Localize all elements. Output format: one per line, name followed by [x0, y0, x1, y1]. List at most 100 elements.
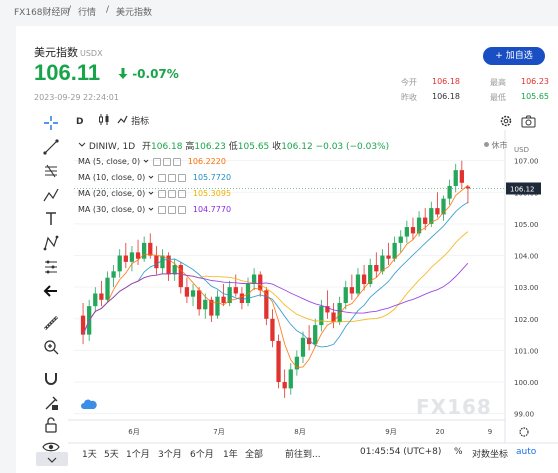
candle-body: [392, 242, 397, 259]
ohlc-high: 106.23: [194, 142, 226, 152]
instrument-name: 美元指数 USDX: [34, 44, 103, 60]
y-tick-label: 103.00: [514, 284, 539, 292]
open-value: 106.18: [432, 77, 460, 86]
open-label: 今开: [401, 78, 417, 87]
breadcrumb-home[interactable]: FX168财经网: [14, 5, 70, 18]
candle-body: [135, 252, 141, 259]
ma-legend-row: MA (10, close, 0) 105.7720: [78, 173, 231, 182]
range-1d[interactable]: 1天: [82, 447, 97, 460]
candle-body: [215, 296, 220, 316]
x-tick-label: 6月: [128, 428, 139, 436]
y-tick-label: 100.00: [514, 379, 539, 387]
candle-body: [374, 265, 379, 272]
y-tick-label: 101.00: [514, 347, 539, 355]
x-tick-label: 9月: [385, 428, 396, 436]
fib-tool-icon[interactable]: [42, 162, 60, 180]
candle-body: [453, 170, 458, 186]
ma-legend-row: MA (5, close, 0) 106.2220: [78, 157, 226, 166]
ohlc-close-label: 收: [272, 142, 282, 152]
zoom-in-icon[interactable]: [42, 338, 60, 356]
y-tick-label: 99.00: [514, 411, 534, 419]
range-1m[interactable]: 1个月: [126, 447, 150, 460]
candle-type-icon[interactable]: [98, 114, 110, 125]
crosshair-icon[interactable]: [42, 114, 60, 132]
indicators-icon[interactable]: [117, 115, 128, 125]
visibility-toggle[interactable]: [158, 173, 167, 182]
log-scale-toggle[interactable]: 对数坐标: [472, 447, 508, 460]
candle-body: [300, 337, 306, 357]
prev-close-value: 106.18: [432, 92, 460, 101]
x-tick-label: 7月: [213, 428, 224, 436]
remove-toggle[interactable]: [178, 205, 187, 214]
candle-body: [447, 185, 452, 199]
high-value: 106.23: [521, 77, 549, 86]
interval-button[interactable]: D: [76, 117, 83, 127]
candle-body: [459, 170, 464, 183]
candle-body: [203, 299, 208, 310]
chevron-down-icon: [47, 457, 57, 463]
settings-toggle[interactable]: [168, 173, 177, 182]
y-tick-label: 105.00: [514, 221, 539, 229]
remove-toggle[interactable]: [173, 157, 182, 166]
add-watchlist-button[interactable]: + 加自选: [483, 47, 545, 65]
magnet-icon[interactable]: [42, 370, 60, 388]
range-1y[interactable]: 1年: [223, 447, 238, 460]
candle-body: [313, 325, 318, 345]
pattern-tool-icon[interactable]: [42, 186, 60, 204]
collapse-toolbar-button[interactable]: [36, 452, 68, 466]
low-label: 最低: [490, 93, 506, 102]
projection-tool-icon[interactable]: [42, 234, 60, 252]
range-6m[interactable]: 6个月: [190, 447, 214, 460]
back-arrow-icon[interactable]: [42, 282, 60, 300]
lock-drawing-icon[interactable]: [42, 394, 60, 412]
ma-label: MA (20, close, 0): [78, 189, 146, 198]
current-price-label: 106.12: [510, 185, 535, 193]
ohlc-open: 106.18: [151, 142, 183, 152]
measure-tool-icon[interactable]: [42, 258, 60, 276]
y-axis-unit: USD: [514, 146, 529, 154]
visibility-toggle[interactable]: [158, 189, 167, 198]
ma-label: MA (30, close, 0): [78, 205, 146, 214]
change-percent: -0.07%: [132, 67, 179, 81]
ohlc-open-label: 开: [142, 142, 152, 152]
settings-toggle[interactable]: [168, 189, 177, 198]
text-tool-icon[interactable]: [42, 210, 60, 228]
candle-body: [410, 227, 416, 234]
chevron-down-icon[interactable]: [148, 206, 154, 212]
percent-toggle[interactable]: %: [454, 447, 463, 457]
indicators-button[interactable]: 指标: [131, 117, 149, 127]
price-change: -0.07%: [118, 67, 179, 81]
chevron-down-icon[interactable]: [148, 190, 154, 196]
breadcrumb-sep: /: [68, 5, 72, 15]
ohlc-low-label: 低: [228, 142, 238, 152]
candle-body: [282, 382, 287, 389]
lock-icon[interactable]: [42, 416, 60, 434]
ma-value: 104.7770: [192, 205, 232, 214]
ohlc-close: 106.12: [281, 142, 313, 152]
auto-scale-toggle[interactable]: auto: [516, 447, 536, 457]
visibility-toggle[interactable]: [153, 157, 162, 166]
candle-body: [233, 287, 238, 294]
breadcrumb-section[interactable]: 行情: [78, 5, 96, 18]
range-all[interactable]: 全部: [245, 447, 263, 460]
collapse-legend-icon[interactable]: [78, 141, 86, 149]
goto-date-button[interactable]: 前往到...: [285, 447, 321, 460]
range-5d[interactable]: 5天: [104, 447, 119, 460]
trendline-icon[interactable]: [42, 138, 60, 156]
candle-body: [190, 290, 196, 297]
remove-toggle[interactable]: [178, 173, 187, 182]
chevron-down-icon[interactable]: [148, 174, 154, 180]
visibility-toggle[interactable]: [158, 205, 167, 214]
settings-gear-icon[interactable]: [499, 114, 513, 128]
x-tick-label: 9: [488, 428, 492, 436]
ruler-icon[interactable]: [42, 314, 60, 332]
drawing-toolbar: [36, 108, 66, 458]
candle-body: [123, 255, 128, 262]
settings-toggle[interactable]: [163, 157, 172, 166]
remove-toggle[interactable]: [178, 189, 187, 198]
screenshot-camera-icon[interactable]: [521, 115, 536, 128]
chevron-down-icon[interactable]: [143, 158, 149, 164]
range-3m[interactable]: 3个月: [158, 447, 182, 460]
settings-toggle[interactable]: [168, 205, 177, 214]
ma-value: 105.7720: [192, 173, 232, 182]
